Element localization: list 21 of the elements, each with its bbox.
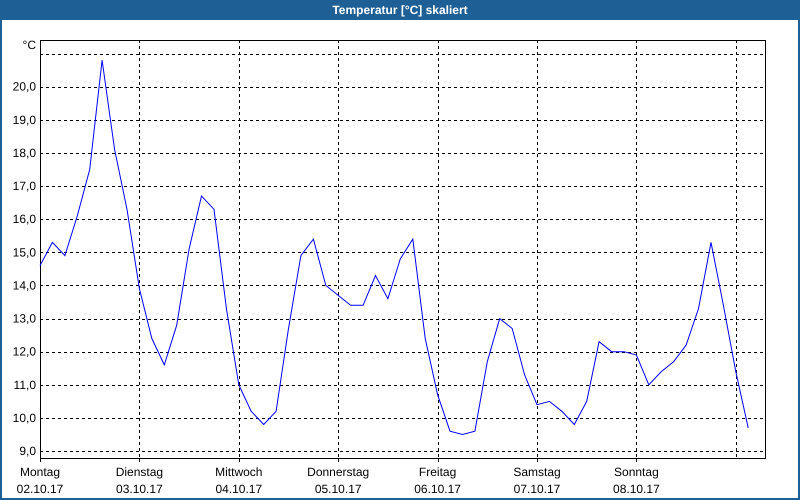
- y-tick-label: 10,0: [12, 410, 36, 425]
- y-tick-label: 18,0: [12, 146, 36, 160]
- y-axis-unit: °C: [22, 38, 36, 52]
- y-tick-label: 20,0: [12, 80, 36, 94]
- y-tick-label: 16,0: [12, 212, 36, 226]
- y-tick-label: 14,0: [12, 278, 36, 292]
- x-tick-label: Samstag 07.10.17: [513, 465, 561, 496]
- y-tick-label: 13,0: [12, 312, 36, 326]
- y-tick-label: 12,0: [12, 344, 36, 359]
- x-tick-label: Mittwoch 04.10.17: [215, 465, 262, 496]
- x-tick-label: Sonntag 08.10.17: [613, 465, 660, 496]
- x-tick-label: Freitag 06.10.17: [414, 465, 461, 496]
- y-tick-label: 11,0: [14, 378, 36, 392]
- window-title: Temperatur [°C] skaliert: [332, 3, 468, 17]
- y-tick-label: 15,0: [12, 245, 36, 260]
- y-tick-label: 17,0: [12, 179, 36, 194]
- y-tick-label: 19,0: [12, 112, 36, 127]
- x-tick-label: Dienstag 03.10.17: [116, 465, 164, 496]
- y-tick-label: 9,0: [19, 444, 36, 458]
- x-tick-label: Montag 02.10.17: [16, 465, 64, 496]
- x-tick-label: Donnerstag 05.10.17: [307, 465, 370, 496]
